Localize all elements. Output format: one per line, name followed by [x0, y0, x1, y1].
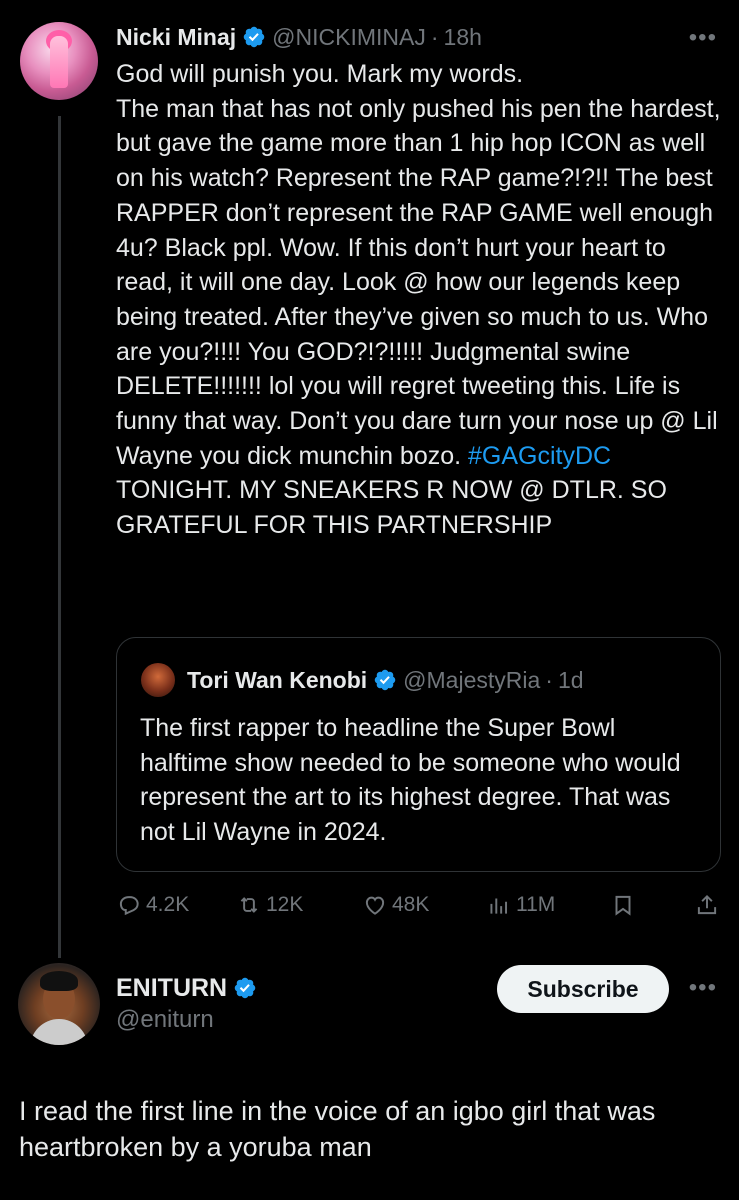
tweet-timestamp[interactable]: 18h	[444, 24, 482, 51]
reply-button[interactable]: 4.2K	[116, 888, 189, 922]
views-count: 11M	[516, 893, 556, 916]
quoted-timestamp: 1d	[557, 666, 584, 693]
separator-dot: ·	[545, 666, 553, 693]
share-icon	[697, 894, 717, 915]
views-icon	[490, 898, 508, 914]
tweet-text: God will punish you. Mark my words. The …	[116, 60, 721, 470]
quoted-tweet-text: The first rapper to headline the Super B…	[140, 714, 681, 846]
reply-author-handle[interactable]: @eniturn	[116, 1006, 214, 1034]
more-icon[interactable]: •••	[689, 974, 717, 1002]
tweet-action-bar: 4.2K 12K 48K 11M	[116, 888, 724, 922]
like-icon	[365, 896, 385, 915]
avatar-figure	[50, 36, 68, 88]
repost-count: 12K	[266, 893, 304, 916]
tweet-body: God will punish you. Mark my words. The …	[116, 57, 726, 543]
verified-badge-icon	[234, 977, 256, 999]
like-count: 48K	[392, 893, 430, 916]
tweet-header: Nicki Minaj @NICKIMINAJ · 18h	[116, 21, 482, 53]
bookmark-icon	[615, 895, 631, 916]
reply-icon	[119, 896, 139, 916]
verified-badge-icon	[243, 26, 265, 48]
more-icon[interactable]: •••	[689, 24, 717, 52]
share-button[interactable]	[694, 888, 724, 922]
author-name[interactable]: Nicki Minaj	[116, 24, 236, 51]
avatar-hair	[40, 971, 78, 991]
quoted-tweet[interactable]: Tori Wan Kenobi @MajestyRia · 1d The fir…	[116, 637, 721, 872]
eniturn-avatar[interactable]	[18, 963, 100, 1045]
quoted-author-avatar	[141, 663, 175, 697]
subscribe-button[interactable]: Subscribe	[497, 965, 669, 1013]
quoted-tweet-header: Tori Wan Kenobi @MajestyRia · 1d	[141, 663, 584, 697]
reply-author-name-row: ENITURN	[116, 972, 263, 1004]
avatar-shirt	[30, 1019, 88, 1045]
quoted-author-name: Tori Wan Kenobi	[187, 666, 368, 693]
bookmark-button[interactable]	[610, 888, 640, 922]
views-button[interactable]: 11M	[486, 888, 555, 922]
quoted-author-handle: @MajestyRia	[403, 666, 541, 693]
nicki-minaj-avatar[interactable]	[20, 22, 98, 100]
like-button[interactable]: 48K	[362, 888, 429, 922]
repost-icon	[240, 897, 258, 913]
reply-tweet-text: I read the first line in the voice of an…	[19, 1096, 656, 1162]
verified-badge-icon	[374, 669, 396, 691]
reply-author-name[interactable]: ENITURN	[116, 974, 227, 1003]
repost-button[interactable]: 12K	[236, 888, 303, 922]
reply-count: 4.2K	[146, 893, 190, 916]
hashtag-link[interactable]: #GAGcityDC	[468, 442, 611, 470]
author-handle[interactable]: @NICKIMINAJ	[272, 24, 426, 51]
thread-connector-line	[58, 116, 61, 958]
separator-dot: ·	[430, 23, 439, 50]
